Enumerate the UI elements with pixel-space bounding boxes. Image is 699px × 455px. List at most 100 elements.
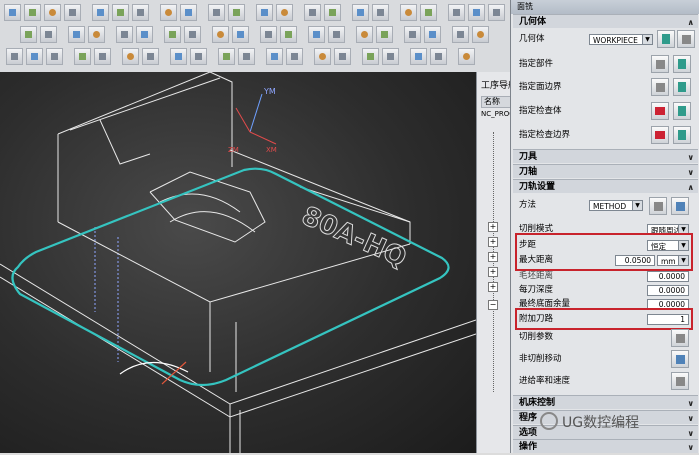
chevron-up-icon[interactable]: ∧ [688, 181, 695, 195]
toolbar-button[interactable] [472, 26, 489, 43]
section-actions[interactable]: 操作 ∨ [513, 439, 698, 453]
edit-method-icon[interactable] [671, 197, 689, 215]
select-check-boundary-icon[interactable] [651, 126, 669, 144]
depth-per-cut-input[interactable]: 0.0000 [647, 285, 689, 296]
select-check-body-icon[interactable] [651, 102, 669, 120]
toolbar-button[interactable] [136, 26, 153, 43]
select-face-boundary-icon[interactable] [651, 78, 669, 96]
tree-expand-icon[interactable]: + [488, 252, 498, 262]
non-cutting-moves-icon[interactable] [671, 350, 689, 368]
chevron-down-icon[interactable]: ∨ [688, 166, 695, 180]
toolbar-button[interactable] [314, 48, 331, 65]
display-part-icon[interactable] [673, 55, 691, 73]
toolbar-button[interactable] [46, 48, 63, 65]
section-tool-axis[interactable]: 刀轴 ∨ [513, 164, 698, 178]
toolbar-button[interactable] [260, 26, 277, 43]
toolbar-button[interactable] [458, 48, 475, 65]
toolbar-button[interactable] [372, 4, 389, 21]
section-tool[interactable]: 刀具 ∨ [513, 149, 698, 163]
toolbar-button[interactable] [376, 26, 393, 43]
toolbar-button[interactable] [26, 48, 43, 65]
toolbar-button[interactable] [208, 4, 225, 21]
toolbar-button[interactable] [430, 48, 447, 65]
toolbar-button[interactable] [356, 26, 373, 43]
toolbar-button[interactable] [24, 4, 41, 21]
display-check-body-icon[interactable] [673, 102, 691, 120]
toolbar-button[interactable] [74, 48, 91, 65]
toolbar-button[interactable] [20, 26, 37, 43]
display-face-boundary-icon[interactable] [673, 78, 691, 96]
toolbar-button[interactable] [382, 48, 399, 65]
section-path-settings[interactable]: 刀轨设置 ∧ [513, 179, 698, 193]
toolbar-button[interactable] [308, 26, 325, 43]
toolbar-button[interactable] [228, 4, 245, 21]
toolbar-button[interactable] [468, 4, 485, 21]
toolbar-button[interactable] [92, 4, 109, 21]
chevron-down-icon[interactable]: ∨ [688, 397, 695, 411]
toolbar-button[interactable] [40, 26, 57, 43]
tree-expand-icon[interactable]: + [488, 222, 498, 232]
toolbar-button[interactable] [184, 26, 201, 43]
toolbar-button[interactable] [276, 4, 293, 21]
section-geometry[interactable]: 几何体 ∧ [513, 14, 698, 28]
feeds-speeds-icon[interactable] [671, 372, 689, 390]
toolbar-button[interactable] [280, 26, 297, 43]
toolbar-button[interactable] [448, 4, 465, 21]
toolbar-button[interactable] [4, 4, 21, 21]
toolbar-button[interactable] [132, 4, 149, 21]
toolbar-button[interactable] [304, 4, 321, 21]
toolbar-button[interactable] [94, 48, 111, 65]
toolbar-button[interactable] [424, 26, 441, 43]
toolbar-button[interactable] [170, 48, 187, 65]
toolbar-button[interactable] [88, 26, 105, 43]
toolbar-button[interactable] [410, 48, 427, 65]
toolbar-button[interactable] [232, 26, 249, 43]
toolbar-button[interactable] [238, 48, 255, 65]
toolbar-button[interactable] [44, 4, 61, 21]
new-method-icon[interactable] [649, 197, 667, 215]
toolbar-button[interactable] [328, 26, 345, 43]
toolbar-button[interactable] [112, 4, 129, 21]
toolbar-button[interactable] [160, 4, 177, 21]
tree-collapse-icon[interactable]: − [488, 300, 498, 310]
blank-distance-input[interactable]: 0.0000 [647, 271, 689, 282]
toolbar-button[interactable] [420, 4, 437, 21]
toolbar-button[interactable] [266, 48, 283, 65]
toolbar-button[interactable] [324, 4, 341, 21]
select-part-icon[interactable] [651, 55, 669, 73]
toolbar-button[interactable] [116, 26, 133, 43]
chevron-down-icon[interactable]: ∨ [688, 151, 695, 165]
toolbar-button[interactable] [190, 48, 207, 65]
toolbar-button[interactable] [362, 48, 379, 65]
display-check-boundary-icon[interactable] [673, 126, 691, 144]
toolbar-button[interactable] [400, 4, 417, 21]
toolbar-button[interactable] [64, 4, 81, 21]
method-select[interactable]: METHOD ▼ [589, 200, 643, 211]
tree-expand-icon[interactable]: + [488, 267, 498, 277]
tree-expand-icon[interactable]: + [488, 282, 498, 292]
toolbar-button[interactable] [68, 26, 85, 43]
toolbar-button[interactable] [212, 26, 229, 43]
toolbar-button[interactable] [6, 48, 23, 65]
chevron-down-icon[interactable]: ∨ [688, 412, 695, 426]
toolbar-button[interactable] [164, 26, 181, 43]
toolbar-button[interactable] [404, 26, 421, 43]
edit-geometry-icon[interactable] [677, 30, 695, 48]
tree-expand-icon[interactable]: + [488, 237, 498, 247]
toolbar-button[interactable] [452, 26, 469, 43]
toolbar-button[interactable] [142, 48, 159, 65]
toolbar-button[interactable] [180, 4, 197, 21]
geometry-select[interactable]: WORKPIECE ▼ [589, 34, 653, 45]
section-machine-control[interactable]: 机床控制 ∨ [513, 395, 698, 409]
cutting-parameters-icon[interactable] [671, 329, 689, 347]
toolbar-button[interactable] [218, 48, 235, 65]
new-geometry-icon[interactable] [657, 30, 675, 48]
chevron-up-icon[interactable]: ∧ [688, 16, 695, 30]
toolbar-button[interactable] [334, 48, 351, 65]
toolbar-button[interactable] [488, 4, 505, 21]
toolbar-button[interactable] [352, 4, 369, 21]
graphics-viewport[interactable]: 80A-HQ YM ZM XM [0, 72, 476, 453]
toolbar-button[interactable] [122, 48, 139, 65]
toolbar-button[interactable] [286, 48, 303, 65]
toolbar-button[interactable] [256, 4, 273, 21]
